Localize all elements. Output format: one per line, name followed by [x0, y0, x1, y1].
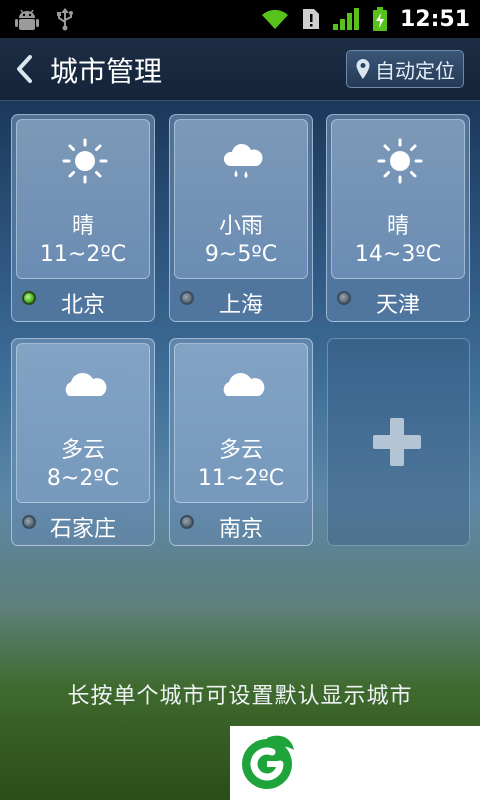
temperature-range: 9~5ºC: [204, 242, 278, 267]
city-card-shanghai[interactable]: 小雨 9~5ºC 上海: [169, 114, 313, 322]
weather-panel: 晴 14~3ºC: [331, 119, 465, 279]
auto-locate-button[interactable]: 自动定位: [346, 50, 464, 88]
cloud-icon: [65, 373, 107, 396]
auto-locate-label: 自动定位: [375, 58, 455, 83]
add-city-button[interactable]: [327, 338, 470, 546]
city-name: 南京: [218, 517, 263, 542]
signal-icon: [332, 8, 359, 30]
temperature-range: 14~3ºC: [354, 242, 442, 267]
battery-charging-icon: [372, 7, 387, 31]
weather-panel: 多云 8~2ºC: [16, 343, 150, 503]
sun-icon: [377, 138, 423, 184]
weather-condition: 小雨: [218, 214, 263, 239]
chevron-left-icon: [17, 55, 32, 83]
weather-condition: 晴: [71, 214, 94, 239]
sun-icon: [62, 138, 108, 184]
city-name: 石家庄: [49, 517, 116, 542]
light-rain-icon: [223, 143, 263, 178]
cloud-icon: [223, 373, 265, 396]
city-card-tianjin[interactable]: 晴 14~3ºC 天津: [326, 114, 470, 322]
weather-panel: 晴 11~2ºC: [16, 119, 150, 279]
weather-panel: 小雨 9~5ºC: [174, 119, 308, 279]
city-name: 上海: [218, 293, 263, 318]
leaf-logo-icon: [242, 735, 294, 789]
usb-icon: [57, 8, 73, 31]
title-bar: 城市管理 自动定位: [0, 38, 480, 101]
weather-condition: 多云: [60, 438, 105, 463]
temperature-range: 11~2ºC: [197, 466, 285, 491]
hint-text: 长按单个城市可设置默认显示城市: [67, 684, 413, 709]
city-card-shijiazhuang[interactable]: 多云 8~2ºC 石家庄: [11, 338, 155, 546]
city-card-nanjing[interactable]: 多云 11~2ºC 南京: [169, 338, 313, 546]
temperature-range: 11~2ºC: [39, 242, 127, 267]
wifi-icon: [261, 9, 288, 29]
city-name: 北京: [60, 293, 105, 318]
status-bar: 12:51: [0, 0, 480, 38]
weather-condition: 晴: [386, 214, 409, 239]
city-card-beijing[interactable]: 晴 11~2ºC 北京: [11, 114, 155, 322]
ad-banner[interactable]: [230, 726, 480, 800]
city-name: 天津: [375, 293, 420, 318]
location-pin-icon: [356, 59, 370, 79]
page-title: 城市管理: [50, 55, 163, 88]
clock: 12:51: [399, 6, 470, 32]
back-button[interactable]: [10, 52, 40, 86]
weather-panel: 多云 11~2ºC: [174, 343, 308, 503]
weather-condition: 多云: [218, 438, 263, 463]
android-icon: [15, 9, 39, 30]
temperature-range: 8~2ºC: [46, 466, 120, 491]
sim-alert-icon: [302, 9, 319, 29]
